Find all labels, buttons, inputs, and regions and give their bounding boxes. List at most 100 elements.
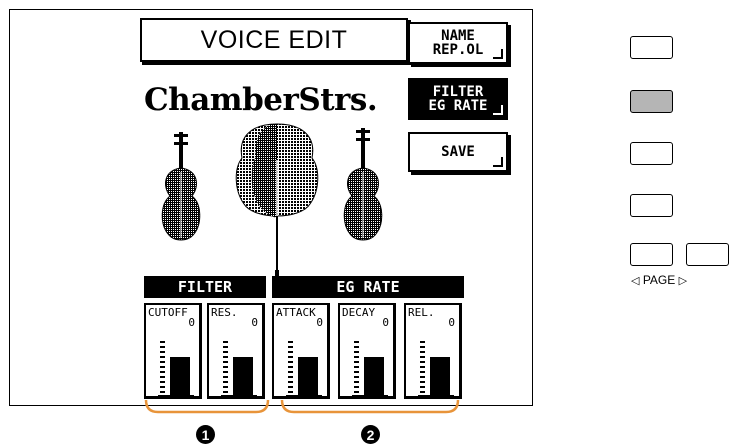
meter-tick bbox=[160, 351, 165, 353]
meter-tick bbox=[223, 351, 228, 353]
cello-icon bbox=[235, 123, 319, 276]
meter-tick bbox=[160, 371, 165, 373]
meter-tick bbox=[354, 376, 359, 378]
meter-tick bbox=[420, 371, 425, 373]
meter-tick bbox=[354, 351, 359, 353]
filter-button-line1: FILTER bbox=[432, 84, 484, 100]
meter-tick bbox=[223, 381, 228, 383]
meter-baseline bbox=[418, 395, 454, 397]
meter-tick bbox=[223, 366, 228, 368]
meter-level-bar bbox=[298, 357, 318, 395]
name-button-line2: REP.OL bbox=[432, 42, 484, 58]
meter-tick bbox=[354, 361, 359, 363]
meter-level-bar bbox=[430, 357, 450, 395]
page-label: ◁ PAGE ▷ bbox=[631, 273, 687, 287]
meter-tick bbox=[420, 356, 425, 358]
meter-tick bbox=[420, 366, 425, 368]
panel-button-2[interactable] bbox=[630, 90, 673, 113]
meter-tick bbox=[354, 386, 359, 388]
panel-button-1[interactable] bbox=[630, 36, 673, 59]
meter-tick bbox=[223, 386, 228, 388]
triangle-left-icon: ◁ bbox=[631, 275, 640, 287]
meter-tick bbox=[288, 346, 293, 348]
meter-tick bbox=[354, 391, 359, 393]
meter-tick bbox=[354, 371, 359, 373]
cutoff-meter bbox=[158, 341, 194, 397]
release-param[interactable]: REL. 0 bbox=[404, 303, 462, 399]
filter-eg-rate-button[interactable]: FILTER EG RATE bbox=[408, 78, 508, 120]
decay-meter bbox=[352, 341, 388, 397]
meter-tick bbox=[160, 366, 165, 368]
meter-baseline bbox=[158, 395, 194, 397]
page-left-button[interactable] bbox=[630, 243, 673, 266]
meter-tick bbox=[354, 341, 359, 343]
cutoff-param[interactable]: CUTOFF 0 bbox=[144, 303, 202, 399]
meter-tick bbox=[160, 346, 165, 348]
lcd-screen: VOICE EDIT ChamberStrs. NAME REP.OL FILT… bbox=[9, 9, 533, 406]
meter-tick bbox=[288, 341, 293, 343]
page-right-button[interactable] bbox=[686, 243, 729, 266]
meter-tick bbox=[223, 371, 228, 373]
meter-tick bbox=[223, 341, 228, 343]
violin-icon bbox=[161, 132, 201, 241]
filter-button-line2: EG RATE bbox=[428, 98, 488, 114]
meter-baseline bbox=[352, 395, 388, 397]
meter-tick bbox=[354, 381, 359, 383]
meter-tick bbox=[160, 361, 165, 363]
meter-tick bbox=[223, 346, 228, 348]
voice-name: ChamberStrs. bbox=[144, 82, 378, 118]
meter-baseline bbox=[286, 395, 322, 397]
instruments-illustration bbox=[161, 123, 383, 276]
meter-level-bar bbox=[170, 357, 190, 395]
meter-tick bbox=[288, 361, 293, 363]
meter-tick bbox=[354, 346, 359, 348]
meter-tick bbox=[420, 351, 425, 353]
meter-tick bbox=[420, 386, 425, 388]
meter-tick bbox=[288, 356, 293, 358]
save-button[interactable]: SAVE bbox=[408, 132, 508, 172]
meter-tick bbox=[354, 356, 359, 358]
callout-1: 1 bbox=[196, 425, 215, 444]
meter-tick bbox=[420, 361, 425, 363]
page-label-text: PAGE bbox=[642, 273, 676, 287]
meter-tick bbox=[160, 341, 165, 343]
meter-tick bbox=[160, 386, 165, 388]
page-title: VOICE EDIT bbox=[140, 18, 411, 65]
meter-level-bar bbox=[233, 357, 253, 395]
meter-tick bbox=[288, 371, 293, 373]
decay-param[interactable]: DECAY 0 bbox=[338, 303, 396, 399]
meter-tick bbox=[420, 346, 425, 348]
eg-rate-group-header: EG RATE bbox=[272, 276, 464, 298]
meter-tick bbox=[288, 391, 293, 393]
meter-level-bar bbox=[364, 357, 384, 395]
meter-tick bbox=[160, 356, 165, 358]
meter-tick bbox=[160, 376, 165, 378]
meter-tick bbox=[420, 376, 425, 378]
resonance-param[interactable]: RES. 0 bbox=[207, 303, 265, 399]
meter-tick bbox=[420, 341, 425, 343]
filter-group-header: FILTER bbox=[144, 276, 266, 298]
meter-tick bbox=[288, 386, 293, 388]
meter-tick bbox=[288, 376, 293, 378]
meter-tick bbox=[420, 381, 425, 383]
meter-tick bbox=[354, 366, 359, 368]
name-rep-ol-button[interactable]: NAME REP.OL bbox=[408, 22, 508, 64]
callout-brackets bbox=[144, 399, 460, 414]
meter-tick bbox=[223, 376, 228, 378]
attack-param[interactable]: ATTACK 0 bbox=[272, 303, 330, 399]
save-button-label: SAVE bbox=[441, 144, 475, 160]
meter-tick bbox=[160, 391, 165, 393]
release-meter bbox=[418, 341, 454, 397]
meter-tick bbox=[223, 391, 228, 393]
viola-icon bbox=[343, 128, 383, 241]
meter-tick bbox=[223, 356, 228, 358]
meter-tick bbox=[160, 381, 165, 383]
filter-bracket bbox=[144, 399, 270, 414]
attack-meter bbox=[286, 341, 322, 397]
meter-tick bbox=[288, 351, 293, 353]
panel-button-4[interactable] bbox=[630, 194, 673, 217]
panel-button-3[interactable] bbox=[630, 142, 673, 165]
eg-rate-bracket bbox=[280, 399, 460, 414]
meter-tick bbox=[288, 381, 293, 383]
resonance-meter bbox=[221, 341, 257, 397]
